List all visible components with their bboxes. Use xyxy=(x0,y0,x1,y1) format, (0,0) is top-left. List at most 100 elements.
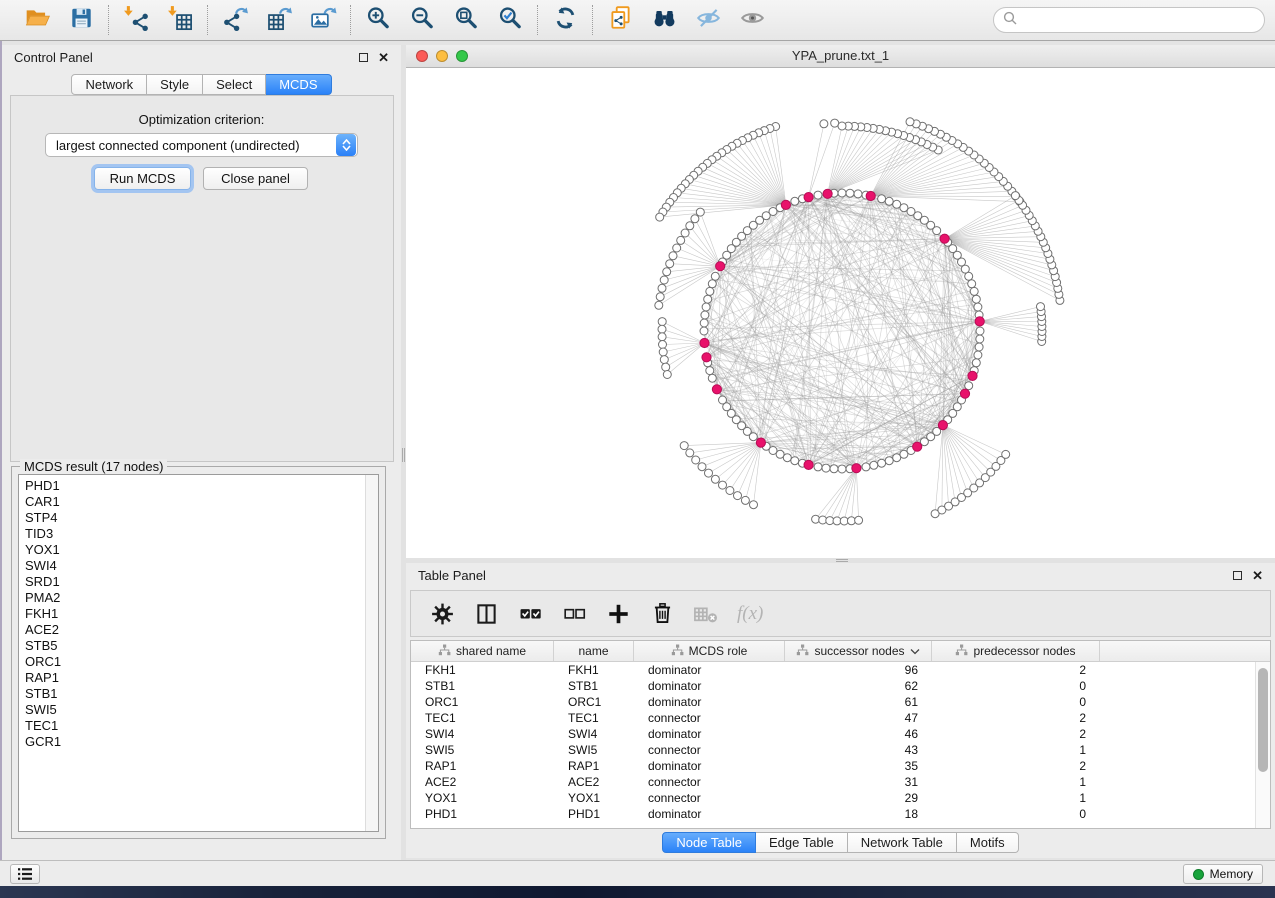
tab-select[interactable]: Select xyxy=(203,74,266,95)
zoom-fit-button[interactable] xyxy=(448,4,484,36)
column-header-predecessor-nodes[interactable]: predecessor nodes xyxy=(932,641,1100,661)
add-row-icon[interactable] xyxy=(605,601,632,627)
tab-mcds[interactable]: MCDS xyxy=(266,74,331,95)
cell-name: SWI5 xyxy=(554,742,634,758)
close-panel-button[interactable]: Close panel xyxy=(203,167,308,190)
result-scrollbar[interactable] xyxy=(365,475,378,831)
close-table-panel-icon[interactable]: ✕ xyxy=(1252,571,1263,581)
result-node-item[interactable]: ORC1 xyxy=(19,654,378,670)
zoom-selected-button[interactable] xyxy=(492,4,528,36)
result-node-item[interactable]: PHD1 xyxy=(19,478,378,494)
column-type-icon xyxy=(796,644,809,659)
refresh-button[interactable] xyxy=(547,4,583,36)
tab-edge-table[interactable]: Edge Table xyxy=(756,832,848,853)
column-header-shared-name[interactable]: shared name xyxy=(411,641,554,661)
window-minimize-icon[interactable] xyxy=(436,50,448,62)
import-network-icon xyxy=(123,5,150,36)
export-image-button[interactable] xyxy=(305,4,341,36)
result-node-item[interactable]: TID3 xyxy=(19,526,378,542)
result-node-item[interactable]: SWI5 xyxy=(19,702,378,718)
table-row[interactable]: RAP1RAP1dominator352 xyxy=(411,758,1270,774)
show-all-button[interactable] xyxy=(734,4,770,36)
window-maximize-icon[interactable] xyxy=(456,50,468,62)
network-graph[interactable] xyxy=(406,68,1275,558)
cell-predecessor-nodes: 2 xyxy=(932,726,1100,742)
result-node-item[interactable]: STB5 xyxy=(19,638,378,654)
cell-successor-nodes: 61 xyxy=(785,694,932,710)
tab-style[interactable]: Style xyxy=(147,74,203,95)
memory-button[interactable]: Memory xyxy=(1183,864,1263,884)
close-panel-icon[interactable]: ✕ xyxy=(378,53,389,63)
result-node-item[interactable]: PMA2 xyxy=(19,590,378,606)
delete-row-icon[interactable] xyxy=(649,601,676,627)
save-session-button[interactable] xyxy=(63,4,99,36)
result-node-item[interactable]: STP4 xyxy=(19,510,378,526)
table-row[interactable]: ACE2ACE2connector311 xyxy=(411,774,1270,790)
table-row[interactable]: SWI5SWI5connector431 xyxy=(411,742,1270,758)
copy-network-button[interactable] xyxy=(602,4,638,36)
column-header-name[interactable]: name xyxy=(554,641,634,661)
tab-motifs[interactable]: Motifs xyxy=(957,832,1019,853)
cell-shared-name: PHD1 xyxy=(411,806,554,822)
search-box[interactable] xyxy=(993,7,1265,33)
result-node-item[interactable]: SWI4 xyxy=(19,558,378,574)
tab-network[interactable]: Network xyxy=(71,74,147,95)
scrollbar-thumb[interactable] xyxy=(1258,668,1268,772)
result-node-item[interactable]: FKH1 xyxy=(19,606,378,622)
cell-successor-nodes: 62 xyxy=(785,678,932,694)
zoom-in-button[interactable] xyxy=(360,4,396,36)
result-node-item[interactable]: ACE2 xyxy=(19,622,378,638)
result-node-item[interactable]: RAP1 xyxy=(19,670,378,686)
float-table-panel-icon[interactable] xyxy=(1233,571,1242,580)
search-input[interactable] xyxy=(1023,13,1255,28)
tab-network-table[interactable]: Network Table xyxy=(848,832,957,853)
function-builder-icon: f(x) xyxy=(737,603,763,625)
select-all-icon[interactable] xyxy=(517,601,544,627)
table-row[interactable]: TEC1TEC1connector472 xyxy=(411,710,1270,726)
table-scrollbar[interactable] xyxy=(1255,662,1270,828)
run-mcds-button[interactable]: Run MCDS xyxy=(94,167,191,190)
import-network-button[interactable] xyxy=(118,4,154,36)
result-node-item[interactable]: SRD1 xyxy=(19,574,378,590)
table-row[interactable]: FKH1FKH1dominator962 xyxy=(411,662,1270,678)
deselect-all-icon[interactable] xyxy=(561,601,588,627)
table-row[interactable]: SWI4SWI4dominator462 xyxy=(411,726,1270,742)
column-header-MCDS-role[interactable]: MCDS role xyxy=(634,641,785,661)
export-table-button[interactable] xyxy=(261,4,297,36)
cell-predecessor-nodes: 1 xyxy=(932,774,1100,790)
sort-descending-icon xyxy=(910,644,920,658)
search-network-button[interactable] xyxy=(646,4,682,36)
result-node-item[interactable]: TEC1 xyxy=(19,718,378,734)
table-row[interactable]: PHD1PHD1dominator180 xyxy=(411,806,1270,822)
open-file-button[interactable] xyxy=(19,4,55,36)
mcds-result-list[interactable]: PHD1CAR1STP4TID3YOX1SWI4SRD1PMA2FKH1ACE2… xyxy=(18,474,379,832)
cell-shared-name: TEC1 xyxy=(411,710,554,726)
table-row[interactable]: YOX1YOX1connector291 xyxy=(411,790,1270,806)
column-header-successor-nodes[interactable]: successor nodes xyxy=(785,641,932,661)
result-node-item[interactable]: YOX1 xyxy=(19,542,378,558)
settings-icon[interactable] xyxy=(429,601,456,627)
network-canvas[interactable] xyxy=(406,68,1275,558)
result-node-item[interactable]: CAR1 xyxy=(19,494,378,510)
table-row[interactable]: ORC1ORC1dominator610 xyxy=(411,694,1270,710)
cell-name: STB1 xyxy=(554,678,634,694)
window-close-icon[interactable] xyxy=(416,50,428,62)
cytoscape-window: Control Panel ✕ NetworkStyleSelectMCDS O… xyxy=(0,0,1275,898)
float-panel-icon[interactable] xyxy=(359,53,368,62)
result-node-item[interactable]: GCR1 xyxy=(19,734,378,750)
cell-MCDS-role: connector xyxy=(634,774,785,790)
zoom-out-button[interactable] xyxy=(404,4,440,36)
table-row[interactable]: STB1STB1dominator620 xyxy=(411,678,1270,694)
show-columns-icon[interactable] xyxy=(473,601,500,627)
result-node-item[interactable]: STB1 xyxy=(19,686,378,702)
export-network-button[interactable] xyxy=(217,4,253,36)
cell-predecessor-nodes: 1 xyxy=(932,790,1100,806)
network-window-titlebar[interactable]: YPA_prune.txt_1 xyxy=(406,45,1275,68)
tab-node-table[interactable]: Node Table xyxy=(662,832,756,853)
cell-shared-name: SWI5 xyxy=(411,742,554,758)
show-panels-button[interactable] xyxy=(10,864,40,884)
optimization-criterion-select[interactable]: largest connected component (undirected) xyxy=(45,133,358,157)
hide-selected-button[interactable] xyxy=(690,4,726,36)
cell-predecessor-nodes: 2 xyxy=(932,758,1100,774)
import-table-button[interactable] xyxy=(162,4,198,36)
